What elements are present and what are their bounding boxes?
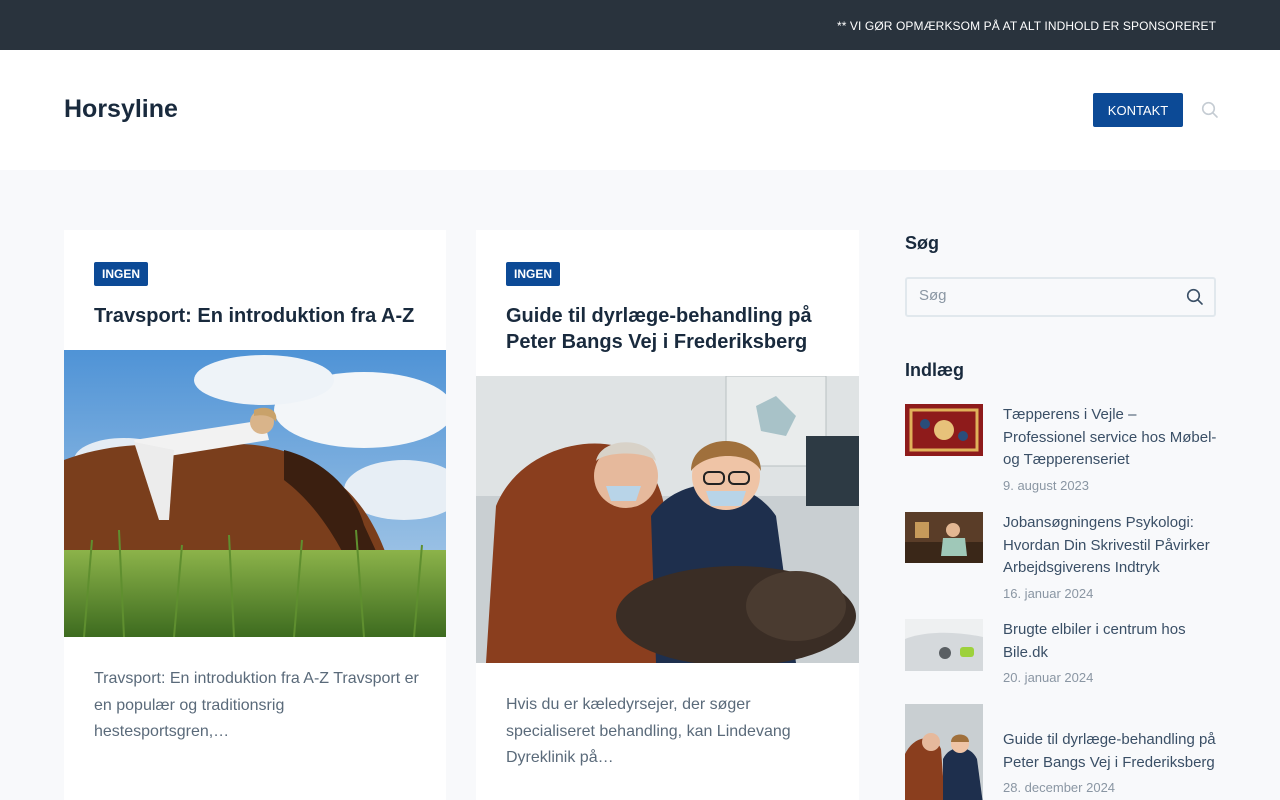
site-title[interactable]: Horsyline	[64, 95, 178, 124]
site-header: Horsyline KONTAKT	[0, 50, 1280, 170]
post-thumbnail[interactable]	[905, 404, 983, 456]
contact-button[interactable]: KONTAKT	[1093, 93, 1183, 127]
search-input[interactable]	[919, 287, 1169, 304]
post-title[interactable]: Brugte elbiler i centrum hos Bile.dk	[1003, 619, 1218, 664]
article-image[interactable]	[476, 376, 859, 663]
post-date: 28. december 2024	[1003, 780, 1116, 795]
post-thumbnail[interactable]	[905, 512, 983, 563]
article-excerpt: Travsport: En introduktion fra A-Z Travs…	[94, 670, 419, 740]
article-card: INGEN Travsport: En introduktion fra A-Z	[64, 230, 446, 800]
article-title[interactable]: Travsport: En introduktion fra A-Z	[94, 303, 422, 329]
post-title[interactable]: Tæpperens i Vejle – Professionel service…	[1003, 404, 1218, 472]
search-icon[interactable]	[1186, 288, 1204, 306]
category-badge[interactable]: INGEN	[506, 262, 561, 286]
post-date: 16. januar 2024	[1003, 586, 1094, 601]
search-field[interactable]	[905, 277, 1216, 317]
sponsored-notice: ** VI GØR OPMÆRKSOM PÅ AT ALT INDHOLD ER…	[836, 19, 1216, 33]
category-badge[interactable]: INGEN	[94, 262, 149, 286]
article-title[interactable]: Guide til dyrlæge-behandling på Peter Ba…	[506, 303, 835, 355]
post-thumbnail[interactable]	[905, 704, 983, 800]
article-image[interactable]	[64, 350, 446, 637]
topbar: ** VI GØR OPMÆRKSOM PÅ AT ALT INDHOLD ER…	[0, 0, 1280, 50]
post-title[interactable]: Guide til dyrlæge-behandling på Peter Ba…	[1003, 729, 1218, 774]
post-thumbnail[interactable]	[905, 619, 983, 671]
post-date: 20. januar 2024	[1003, 670, 1094, 685]
search-icon[interactable]	[1201, 101, 1219, 119]
post-date: 9. august 2023	[1003, 478, 1090, 493]
search-widget-title: Søg	[905, 233, 939, 253]
post-title[interactable]: Jobansøgningens Psykologi: Hvordan Din S…	[1003, 512, 1218, 580]
article-excerpt: Hvis du er kæledyrsejer, der søger speci…	[506, 696, 791, 766]
posts-widget-title: Indlæg	[905, 360, 964, 380]
article-card: INGEN Guide til dyrlæge-behandling på Pe…	[476, 230, 859, 800]
